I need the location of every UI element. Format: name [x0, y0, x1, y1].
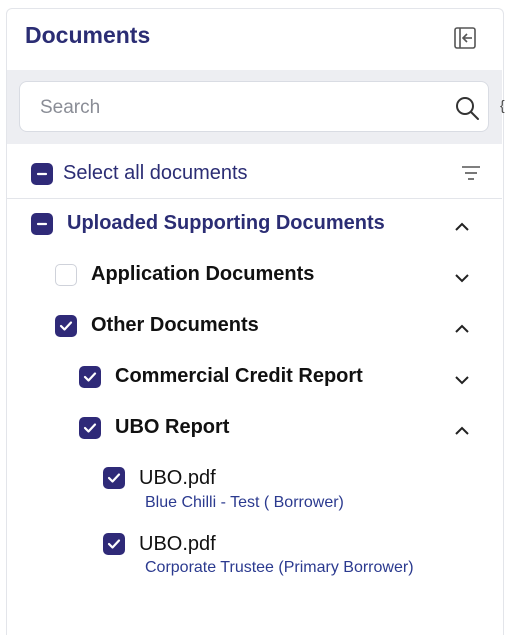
select-all-checkbox[interactable] — [31, 162, 53, 185]
tree-node-commercial-credit-report[interactable]: Commercial Credit Report — [79, 365, 363, 388]
check-icon — [107, 539, 121, 549]
tree-node-ubo-report[interactable]: UBO Report — [79, 416, 229, 439]
tree-node-label: Other Documents — [91, 314, 259, 336]
expand-toggle-commercial-credit-report[interactable] — [450, 368, 474, 392]
root-checkbox[interactable] — [31, 212, 53, 235]
minus-icon — [36, 222, 48, 225]
file-owner: Corporate Trustee (Primary Borrower) — [145, 559, 414, 576]
tree-node-application-documents[interactable]: Application Documents — [55, 263, 314, 286]
check-icon — [107, 473, 121, 483]
filter-icon[interactable] — [460, 164, 482, 182]
ubo-report-checkbox[interactable] — [79, 416, 101, 439]
chevron-down-icon — [455, 376, 469, 385]
tree-node-uploaded-supporting-documents[interactable]: Uploaded Supporting Documents — [31, 212, 385, 235]
expand-toggle-ubo-report[interactable] — [450, 419, 474, 443]
chevron-up-icon — [455, 426, 469, 435]
other-documents-checkbox[interactable] — [55, 314, 77, 337]
search-box — [19, 81, 489, 132]
file-checkbox[interactable] — [103, 467, 125, 489]
check-icon — [83, 371, 97, 382]
expand-toggle-root[interactable] — [450, 215, 474, 239]
select-all-row[interactable]: Select all documents — [31, 162, 248, 185]
select-all-label: Select all documents — [63, 162, 248, 184]
collapse-panel-icon — [454, 27, 476, 49]
chevron-down-icon — [455, 274, 469, 283]
file-name[interactable]: UBO.pdf — [139, 533, 216, 556]
check-icon — [83, 422, 97, 433]
divider — [7, 198, 502, 199]
tree-node-label: Uploaded Supporting Documents — [67, 212, 385, 234]
panel-title: Documents — [25, 22, 151, 48]
commercial-credit-report-checkbox[interactable] — [79, 365, 101, 388]
file-owner: Blue Chilli - Test ( Borrower) — [145, 494, 344, 511]
chevron-up-icon — [455, 222, 469, 231]
application-documents-checkbox[interactable] — [55, 263, 77, 286]
minus-icon — [36, 172, 48, 175]
tree-node-other-documents[interactable]: Other Documents — [55, 314, 259, 337]
expand-toggle-other-documents[interactable] — [450, 317, 474, 341]
file-checkbox[interactable] — [103, 533, 125, 555]
edge-handle-icon: { — [500, 97, 505, 113]
tree-node-label: Application Documents — [91, 263, 315, 285]
expand-toggle-application-documents[interactable] — [450, 266, 474, 290]
check-icon — [59, 320, 73, 331]
search-icon[interactable] — [454, 95, 480, 121]
tree-node-label: UBO Report — [115, 416, 230, 438]
file-name[interactable]: UBO.pdf — [139, 467, 216, 490]
collapse-panel-button[interactable] — [452, 25, 478, 51]
search-input[interactable] — [38, 94, 442, 122]
chevron-up-icon — [455, 324, 469, 333]
tree-node-label: Commercial Credit Report — [115, 365, 363, 387]
